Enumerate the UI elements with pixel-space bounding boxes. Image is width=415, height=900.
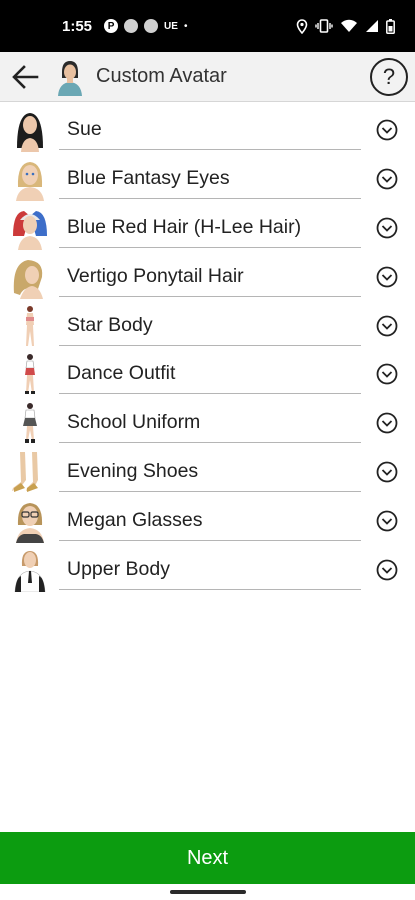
notification-icons: P UE •	[104, 19, 187, 33]
page-title: Custom Avatar	[96, 65, 227, 87]
arrow-left-icon	[12, 64, 39, 89]
moon-notification-icon	[124, 19, 139, 33]
school-uniform-thumbnail	[23, 403, 37, 444]
moon-notification-icon-2	[144, 19, 159, 33]
sue-label: Sue	[67, 118, 102, 140]
expand-circle-down-icon[interactable]	[376, 266, 398, 288]
location-icon	[296, 18, 308, 34]
list-item-dance-outfit: Dance Outfit	[0, 350, 415, 399]
sue-selector[interactable]: Sue	[59, 110, 361, 150]
expand-circle-down-icon[interactable]	[376, 461, 398, 483]
star-body-selector[interactable]: Star Body	[59, 306, 361, 346]
dance-outfit-selector[interactable]: Dance Outfit	[59, 354, 361, 395]
list-item-blue-fantasy-eyes: Blue Fantasy Eyes	[0, 155, 415, 204]
customization-list: Sue Blue Fantasy Eyes Blue Red Hair (H-L…	[0, 106, 415, 595]
next-button[interactable]: Next	[0, 832, 415, 884]
battery-icon	[386, 18, 395, 34]
vibrate-icon	[315, 19, 333, 33]
blue-red-hair-thumbnail	[13, 210, 47, 250]
expand-circle-down-icon[interactable]	[376, 363, 398, 385]
expand-circle-down-icon[interactable]	[376, 119, 398, 141]
evening-shoes-selector[interactable]: Evening Shoes	[59, 452, 361, 493]
sue-thumbnail	[17, 113, 43, 152]
blue-fantasy-eyes-thumbnail	[16, 161, 44, 201]
dance-outfit-label: Dance Outfit	[67, 362, 176, 385]
back-button[interactable]	[0, 52, 50, 102]
megan-glasses-label: Megan Glasses	[67, 509, 203, 532]
vertigo-ponytail-hair-thumbnail	[13, 259, 43, 299]
vertigo-ponytail-hair-label: Vertigo Ponytail Hair	[67, 264, 244, 287]
evening-shoes-thumbnail	[12, 452, 38, 493]
blue-red-hair-selector[interactable]: Blue Red Hair (H-Lee Hair)	[59, 208, 361, 248]
star-body-thumbnail	[26, 305, 34, 346]
star-body-label: Star Body	[67, 313, 153, 336]
expand-circle-down-icon[interactable]	[376, 510, 398, 532]
expand-circle-down-icon[interactable]	[376, 217, 398, 239]
school-uniform-selector[interactable]: School Uniform	[59, 403, 361, 444]
upper-body-selector[interactable]: Upper Body	[59, 550, 361, 591]
list-item-evening-shoes: Evening Shoes	[0, 448, 415, 497]
megan-glasses-thumbnail	[16, 503, 44, 544]
avatar-thumbnail	[58, 60, 82, 96]
list-item-sue: Sue	[0, 106, 415, 155]
list-item-blue-red-hair: Blue Red Hair (H-Lee Hair)	[0, 204, 415, 253]
help-button[interactable]: ?	[370, 58, 408, 96]
megan-glasses-selector[interactable]: Megan Glasses	[59, 501, 361, 542]
list-item-vertigo-ponytail-hair: Vertigo Ponytail Hair	[0, 253, 415, 302]
blue-red-hair-label: Blue Red Hair (H-Lee Hair)	[67, 215, 302, 238]
expand-circle-down-icon[interactable]	[376, 168, 398, 190]
home-handle[interactable]	[170, 890, 246, 894]
upper-body-thumbnail	[14, 551, 46, 593]
signal-icon	[366, 20, 378, 32]
list-item-school-uniform: School Uniform	[0, 399, 415, 448]
more-notifications-dot: •	[183, 20, 188, 32]
list-item-upper-body: Upper Body	[0, 546, 415, 595]
app-bar: Custom Avatar ?	[0, 52, 415, 102]
evening-shoes-label: Evening Shoes	[67, 460, 199, 483]
status-time: 1:55	[62, 17, 93, 35]
upper-body-label: Upper Body	[67, 558, 170, 581]
school-uniform-label: School Uniform	[67, 411, 201, 434]
gesture-nav-bar	[0, 884, 415, 900]
expand-circle-down-icon[interactable]	[376, 559, 398, 581]
list-item-star-body: Star Body	[0, 302, 415, 351]
parking-notification-icon: P	[104, 19, 119, 33]
wifi-icon	[341, 19, 357, 32]
status-bar: 1:55 P UE •	[0, 0, 415, 52]
expand-circle-down-icon[interactable]	[376, 412, 398, 434]
dance-outfit-thumbnail	[25, 354, 35, 395]
list-item-megan-glasses: Megan Glasses	[0, 497, 415, 546]
blue-fantasy-eyes-label: Blue Fantasy Eyes	[67, 166, 230, 189]
expand-circle-down-icon[interactable]	[376, 315, 398, 337]
system-icons	[296, 18, 395, 34]
vertigo-ponytail-hair-selector[interactable]: Vertigo Ponytail Hair	[59, 257, 361, 297]
ue-notification-icon: UE	[164, 20, 178, 32]
blue-fantasy-eyes-selector[interactable]: Blue Fantasy Eyes	[59, 159, 361, 199]
